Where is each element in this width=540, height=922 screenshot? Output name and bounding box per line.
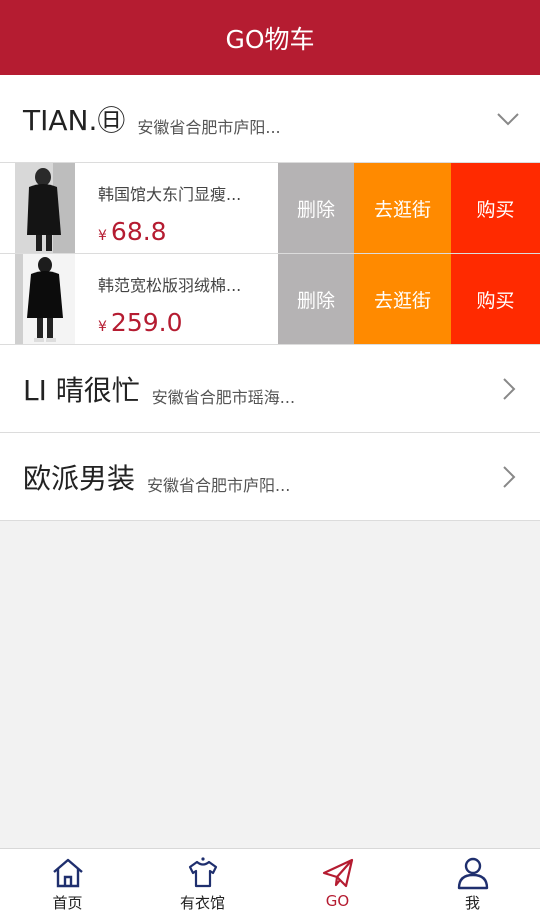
store-address: 安徽省合肥市庐阳... xyxy=(137,117,281,137)
paper-plane-icon xyxy=(322,858,353,888)
store-row-oupai[interactable]: 欧派男装 安徽省合肥市庐阳... xyxy=(0,433,540,521)
buy-button[interactable]: 购买 xyxy=(451,163,540,253)
tab-label: 首页 xyxy=(52,894,83,912)
chevron-right-icon[interactable] xyxy=(496,377,520,401)
tab-label: GO xyxy=(325,892,350,910)
store-row-tian[interactable]: TIAN.㊐ 安徽省合肥市庐阳... xyxy=(0,75,540,163)
cart-item[interactable]: 韩国馆大东门显瘦... ¥68.8 删除 去逛街 购买 xyxy=(0,163,540,254)
tab-wardrobe[interactable]: 有衣馆 xyxy=(135,849,270,922)
tab-label: 我 xyxy=(464,894,480,912)
chevron-right-icon[interactable] xyxy=(496,465,520,489)
store-address: 安徽省合肥市庐阳... xyxy=(147,475,291,495)
home-icon xyxy=(52,858,83,888)
buy-button[interactable]: 购买 xyxy=(451,254,540,344)
store-name: LI 晴很忙 xyxy=(23,373,140,407)
store-address: 安徽省合肥市瑶海... xyxy=(151,387,296,407)
bottom-tab-bar: 首页 有衣馆 GO 我 xyxy=(0,848,540,922)
store-row-li[interactable]: LI 晴很忙 安徽省合肥市瑶海... xyxy=(0,345,540,433)
tab-me[interactable]: 我 xyxy=(405,849,540,922)
page-title: GO物车 xyxy=(225,24,315,54)
app-header: GO物车 xyxy=(0,0,540,75)
product-title: 韩国馆大东门显瘦... xyxy=(98,185,242,204)
go-shopping-button[interactable]: 去逛街 xyxy=(354,254,451,344)
delete-button[interactable]: 删除 xyxy=(278,163,354,253)
user-icon xyxy=(457,857,488,890)
store-name: 欧派男装 xyxy=(23,461,136,495)
tab-home[interactable]: 首页 xyxy=(0,849,135,922)
tab-label: 有衣馆 xyxy=(179,894,225,912)
product-price: ¥259.0 xyxy=(98,308,183,337)
product-image[interactable] xyxy=(15,254,75,344)
delete-button[interactable]: 删除 xyxy=(278,254,354,344)
product-title: 韩范宽松版羽绒棉... xyxy=(98,276,242,295)
go-shopping-button[interactable]: 去逛街 xyxy=(354,163,451,253)
chevron-down-icon[interactable] xyxy=(496,107,520,131)
product-image[interactable] xyxy=(15,163,75,253)
cart-item[interactable]: 韩范宽松版羽绒棉... ¥259.0 删除 去逛街 购买 xyxy=(0,254,540,345)
store-name: TIAN.㊐ xyxy=(23,103,126,137)
tab-go[interactable]: GO xyxy=(270,849,405,922)
product-price: ¥68.8 xyxy=(98,217,167,246)
tshirt-icon xyxy=(188,857,217,888)
